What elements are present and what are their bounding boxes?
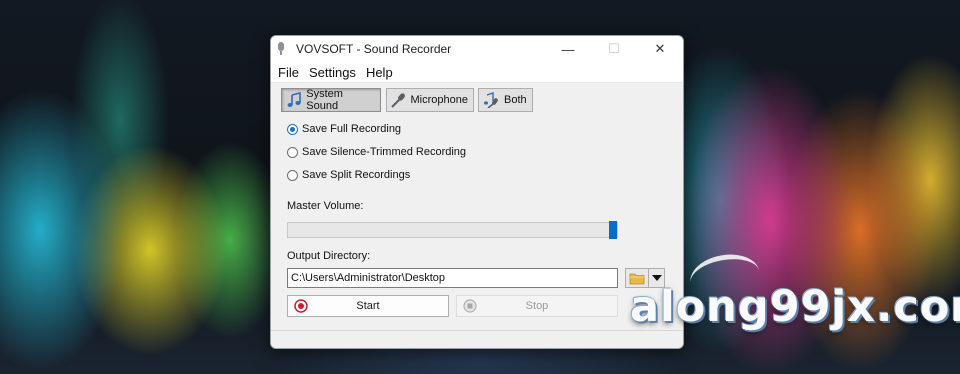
menu-file[interactable]: File bbox=[273, 65, 304, 80]
slider-thumb[interactable] bbox=[609, 221, 617, 239]
start-label: Start bbox=[356, 300, 380, 312]
master-volume-label: Master Volume: bbox=[287, 200, 364, 212]
status-bar bbox=[271, 330, 683, 348]
menu-help[interactable]: Help bbox=[361, 65, 398, 80]
title-bar[interactable]: VOVSOFT - Sound Recorder — ☐ ✕ bbox=[271, 36, 683, 62]
tab-label: Both bbox=[504, 94, 527, 106]
microphone-icon bbox=[390, 92, 407, 108]
option-save-full[interactable]: Save Full Recording bbox=[287, 123, 401, 135]
output-directory-label: Output Directory: bbox=[287, 250, 371, 262]
radio-label: Save Split Recordings bbox=[302, 169, 411, 181]
minimize-button[interactable]: — bbox=[545, 36, 591, 62]
window-title: VOVSOFT - Sound Recorder bbox=[296, 42, 452, 56]
tab-system-sound[interactable]: System Sound bbox=[281, 88, 381, 112]
music-microphone-icon bbox=[482, 92, 500, 108]
menu-settings[interactable]: Settings bbox=[304, 65, 361, 80]
tab-both[interactable]: Both bbox=[478, 88, 533, 112]
sound-recorder-window: VOVSOFT - Sound Recorder — ☐ ✕ File Sett… bbox=[270, 35, 684, 349]
start-button[interactable]: Start bbox=[287, 295, 449, 317]
option-save-silence-trimmed[interactable]: Save Silence-Trimmed Recording bbox=[287, 146, 466, 158]
record-icon bbox=[294, 299, 308, 316]
master-volume-slider[interactable] bbox=[287, 221, 618, 239]
main-panel: System Sound Microphone Both Save Full R… bbox=[271, 83, 683, 348]
close-button[interactable]: ✕ bbox=[637, 36, 683, 62]
radio-button[interactable] bbox=[287, 169, 298, 181]
chevron-down-icon[interactable] bbox=[649, 274, 664, 282]
stop-icon bbox=[463, 299, 477, 316]
stop-label: Stop bbox=[525, 300, 549, 312]
radio-label: Save Silence-Trimmed Recording bbox=[302, 146, 467, 158]
tab-microphone[interactable]: Microphone bbox=[386, 88, 474, 112]
option-save-split[interactable]: Save Split Recordings bbox=[287, 169, 410, 181]
radio-button[interactable] bbox=[287, 123, 298, 135]
radio-label: Save Full Recording bbox=[302, 123, 402, 135]
radio-button[interactable] bbox=[287, 146, 298, 158]
tab-label: Microphone bbox=[410, 94, 468, 106]
stop-button[interactable]: Stop bbox=[456, 295, 618, 317]
microphone-app-icon bbox=[276, 42, 286, 56]
tab-label: System Sound bbox=[306, 88, 343, 112]
output-directory-input[interactable] bbox=[287, 268, 618, 288]
music-note-icon bbox=[285, 92, 302, 108]
watermark-text: along99jx.com bbox=[630, 282, 960, 332]
maximize-button[interactable]: ☐ bbox=[591, 36, 637, 62]
menu-bar: File Settings Help bbox=[271, 62, 683, 83]
